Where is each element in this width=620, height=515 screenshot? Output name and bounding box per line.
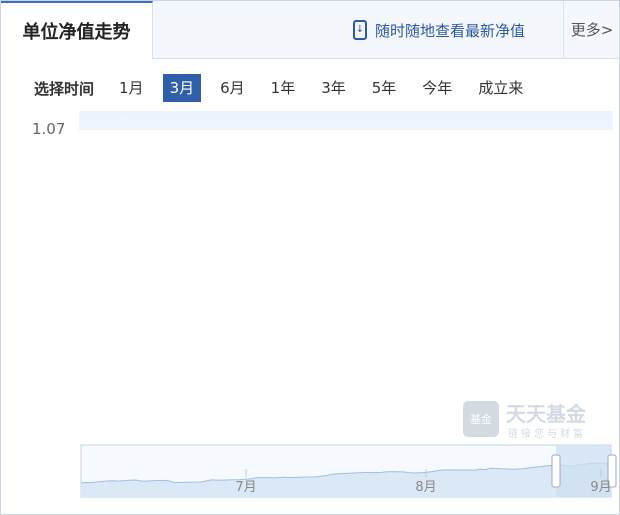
y-tick-label: 1.07	[32, 120, 65, 138]
range-button-1y[interactable]: 1年	[264, 74, 303, 102]
watermark: 基金 天天基金 链接您与财富	[463, 401, 587, 440]
time-range-selector: 选择时间 1月 3月 6月 1年 3年 5年 今年 成立来	[34, 73, 542, 103]
range-button-since-inception[interactable]: 成立来	[471, 74, 530, 102]
nav-area-chart: 1.071.081.091.101.11 基金 天天基金 链接您与财富 7月8月…	[32, 111, 617, 498]
range-button-ytd[interactable]: 今年	[415, 74, 459, 102]
watermark-logo-badge: 基金	[470, 412, 492, 426]
range-button-3m[interactable]: 3月	[162, 74, 202, 102]
mobile-promo-label: 随时随地查看最新净值	[375, 21, 526, 40]
tab-unit-nav-trend[interactable]: 单位净值走势	[1, 1, 153, 59]
time-range-label: 选择时间	[34, 79, 95, 98]
nav-area-fill	[79, 111, 613, 129]
x-tick-label: 9月	[590, 480, 611, 495]
watermark-slogan: 链接您与财富	[508, 427, 586, 440]
more-link[interactable]: 更多>	[563, 1, 620, 58]
fund-nav-panel: 单位净值走势 ↓ 随时随地查看最新净值 更多> 选择时间 1月 3月 6月 1年…	[0, 0, 620, 515]
range-button-1m[interactable]: 1月	[112, 74, 151, 102]
range-navigator[interactable]: 7月 8月 9月	[80, 444, 617, 498]
mobile-promo-link[interactable]: ↓ 随时随地查看最新净值	[353, 15, 525, 45]
watermark-name: 天天基金	[506, 402, 587, 426]
range-button-3y[interactable]: 3年	[314, 74, 353, 102]
range-button-6m[interactable]: 6月	[213, 74, 252, 102]
phone-download-icon: ↓	[353, 20, 367, 40]
x-tick-label: 8月	[415, 480, 436, 495]
x-tick-label: 7月	[235, 480, 256, 495]
tab-bar: 单位净值走势 ↓ 随时随地查看最新净值 更多>	[1, 1, 619, 59]
range-button-5y[interactable]: 5年	[365, 74, 404, 102]
navigator-left-handle[interactable]	[551, 454, 561, 488]
